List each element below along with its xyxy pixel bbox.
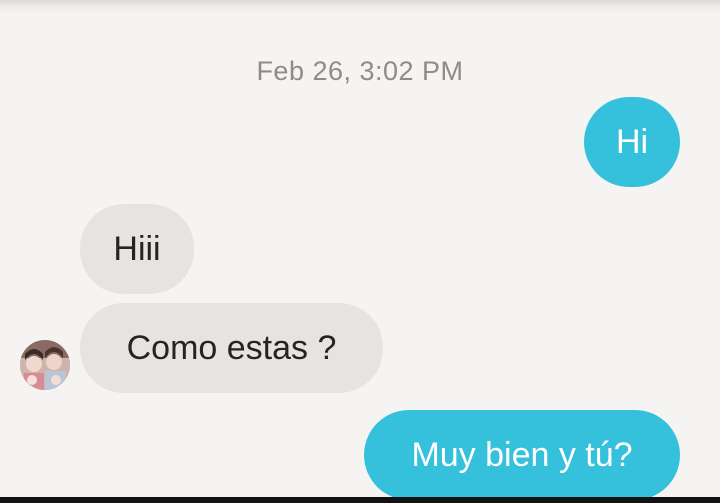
contact-avatar[interactable] [20,340,70,390]
sent-message-bubble[interactable]: Muy bien y tú? [364,410,680,500]
bottom-edge-bar [0,497,720,503]
received-message-bubble[interactable]: Hiii [80,204,194,294]
contact-photo-icon [20,340,70,390]
sent-message-bubble[interactable]: Hi [584,97,680,187]
message-timestamp: Feb 26, 3:02 PM [256,56,464,86]
top-shadow [0,0,720,14]
received-message-bubble[interactable]: Como estas ? [80,303,383,393]
